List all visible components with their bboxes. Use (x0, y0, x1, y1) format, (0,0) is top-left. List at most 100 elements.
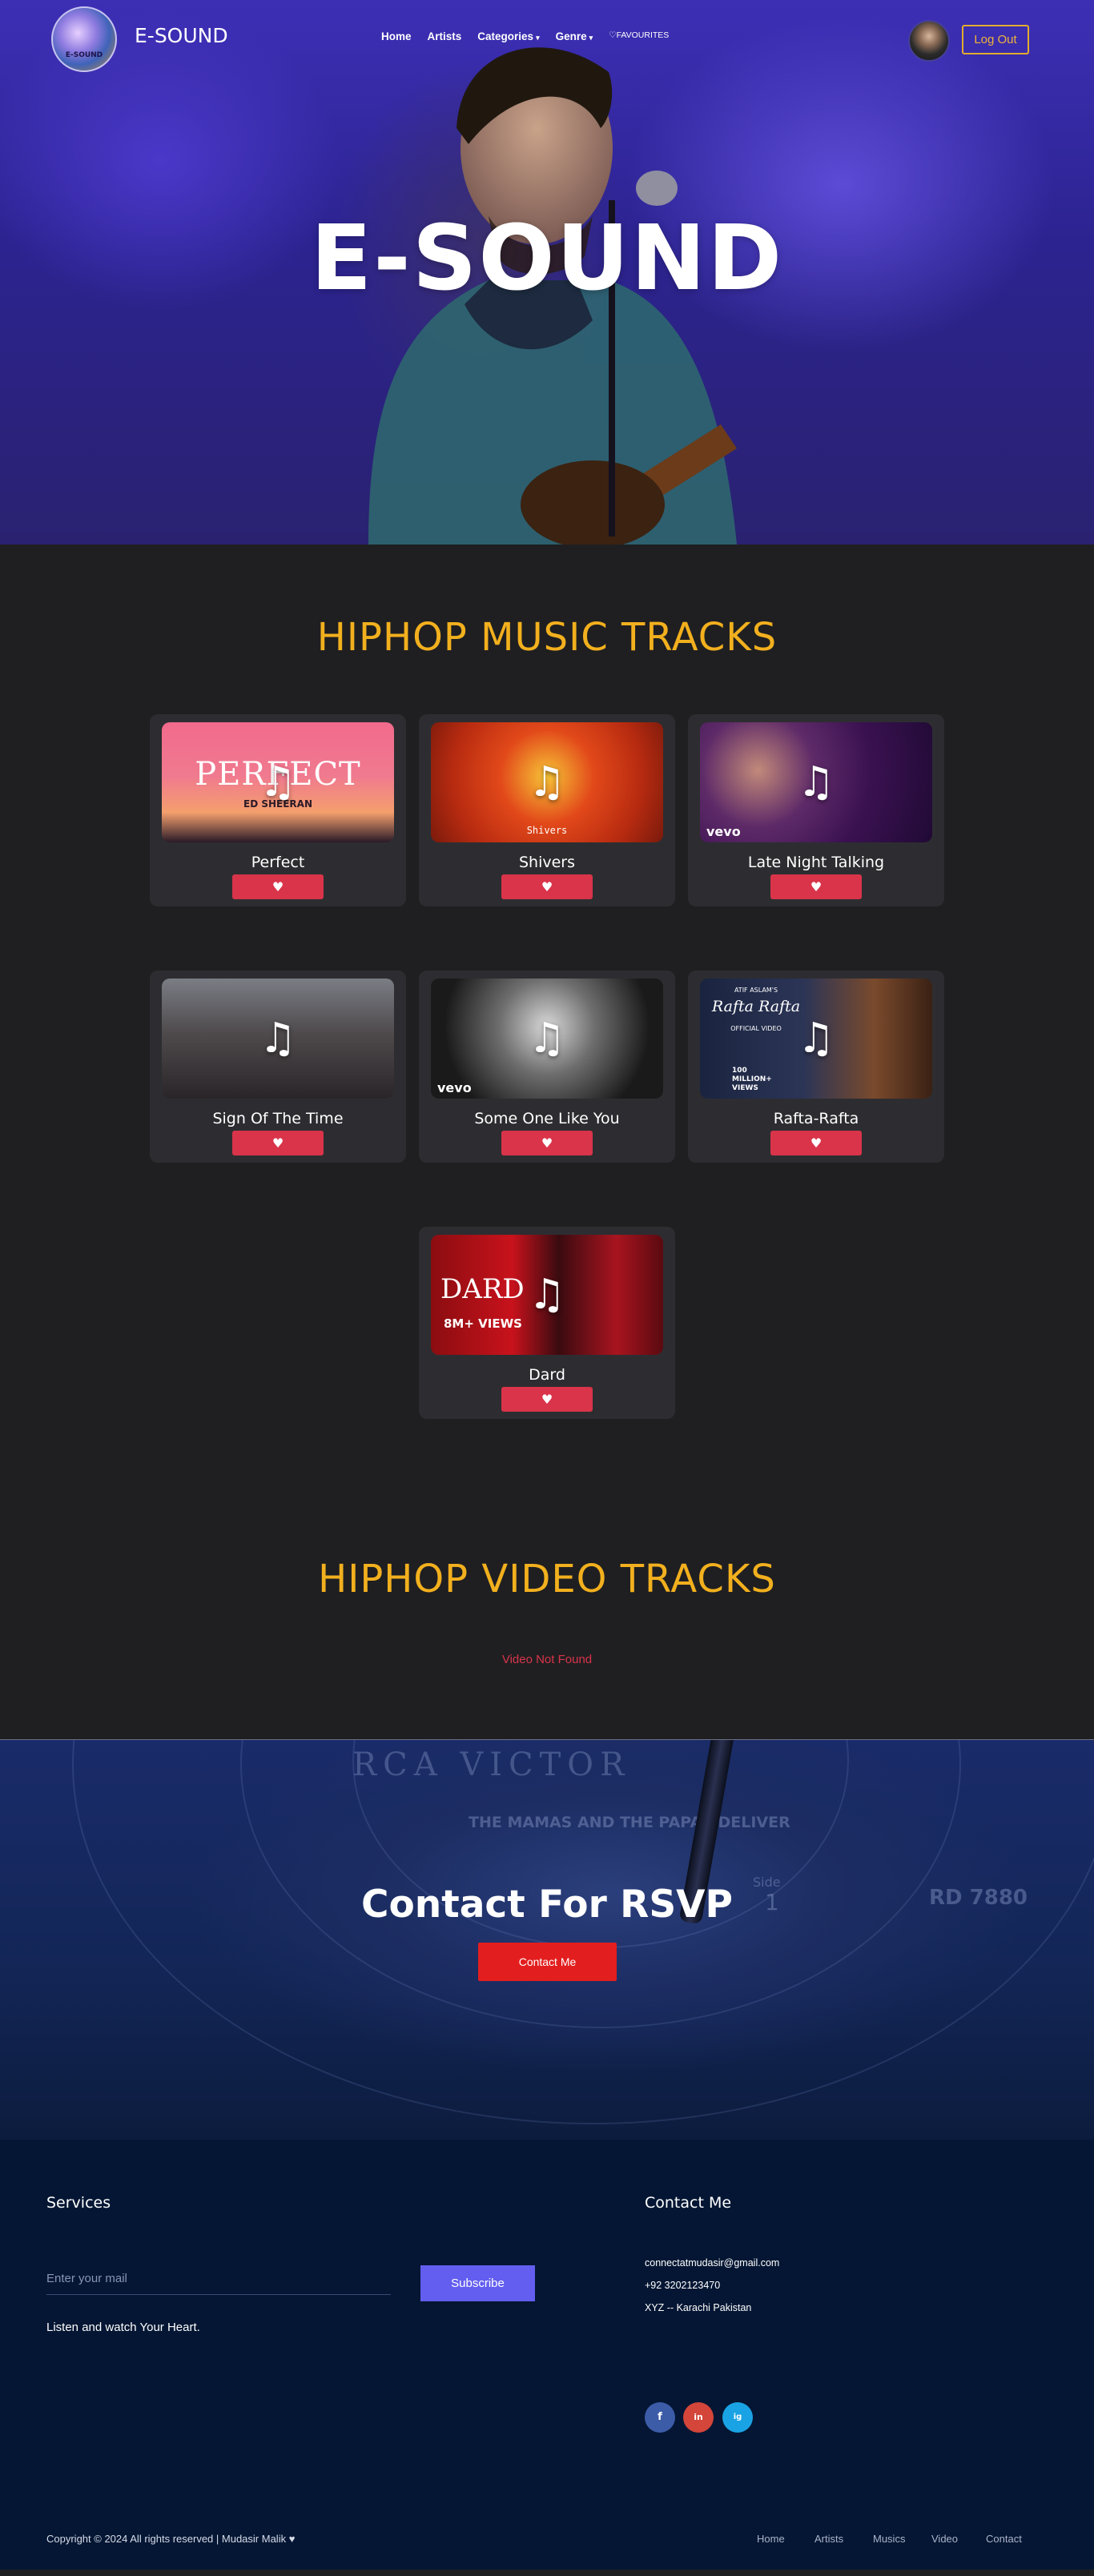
email-input[interactable]: Enter your mail (46, 2263, 391, 2295)
logo-text: E-SOUND (65, 51, 103, 59)
track-card[interactable]: Shivers ♫ Shivers ♥ (419, 714, 675, 906)
chevron-down-icon: ▾ (589, 34, 593, 42)
logout-button[interactable]: Log Out (962, 25, 1029, 54)
main-menu: Home Artists Categories ▾ Genre ▾ ♡FAVOURI… (381, 30, 685, 42)
track-card[interactable]: DARD 8M+ VIEWS ♫ Dard ♥ (419, 1227, 675, 1419)
brand-name[interactable]: E-SOUND (135, 24, 228, 47)
heart-icon: ♥ (288, 2533, 296, 2545)
favourite-button[interactable]: ♥ (232, 874, 324, 899)
track-thumbnail[interactable]: Shivers ♫ (431, 722, 663, 842)
thumb-title: Shivers (526, 825, 568, 836)
thumb-subtitle: 8M+ VIEWS (444, 1316, 522, 1331)
footer-link-musics[interactable]: Musics (873, 2533, 905, 2545)
instagram-icon[interactable]: ig (722, 2402, 753, 2433)
nav-favourites-label: FAVOURITES (616, 30, 670, 40)
footer: Services Enter your mail Subscribe Liste… (0, 2140, 1094, 2570)
linkedin-icon[interactable]: in (683, 2402, 714, 2433)
record-line-text: THE MAMAS AND THE PAPAS DELIVER (469, 1814, 790, 1831)
heart-icon: ♥ (271, 1135, 284, 1151)
music-section: HIPHOP MUSIC TRACKS PERFECT ED SHEERAN ♫… (0, 545, 1094, 1521)
hero-banner: E-SOUND E-SOUND E-SOUND Home Artists Cat… (0, 0, 1094, 545)
track-card[interactable]: PERFECT ED SHEERAN ♫ Perfect ♥ (150, 714, 406, 906)
music-note-icon: ♫ (259, 758, 297, 806)
thumb-watermark: vevo (706, 824, 741, 839)
contact-section: RCA VICTOR THE MAMAS AND THE PAPAS DELIV… (0, 1739, 1094, 2140)
footer-link-video[interactable]: Video (931, 2533, 958, 2545)
thumb-title: Rafta Rafta (711, 998, 801, 1015)
heart-icon: ♥ (271, 879, 284, 894)
chevron-down-icon: ▾ (536, 34, 540, 42)
footer-link-artists[interactable]: Artists (814, 2533, 843, 2545)
contact-address: XYZ -- Karachi Pakistan (645, 2302, 752, 2313)
facebook-icon[interactable]: f (645, 2402, 675, 2433)
video-section-title: HIPHOP VIDEO TRACKS (318, 1557, 776, 1601)
nav-home[interactable]: Home (381, 30, 412, 42)
track-title: Sign Of The Time (212, 1110, 344, 1127)
music-section-title: HIPHOP MUSIC TRACKS (316, 615, 778, 660)
footer-link-home[interactable]: Home (757, 2533, 785, 2545)
music-note-icon: ♫ (528, 758, 566, 806)
favourite-button[interactable]: ♥ (770, 1131, 862, 1155)
track-card[interactable]: ATIF ASLAM'S Rafta Rafta OFFICIAL VIDEO … (688, 971, 944, 1163)
nav-genre-label: Genre (555, 30, 587, 42)
track-title: Dard (529, 1366, 565, 1384)
nav-categories[interactable]: Categories ▾ (477, 30, 539, 42)
hero-title: E-SOUND (310, 207, 784, 311)
track-title: Perfect (251, 854, 305, 871)
music-note-icon: ♫ (528, 1015, 566, 1063)
track-thumbnail[interactable]: vevo ♫ (431, 979, 663, 1099)
heart-icon: ♥ (810, 879, 823, 894)
track-card[interactable]: vevo ♫ Late Night Talking ♥ (688, 714, 944, 906)
video-empty-message: Video Not Found (501, 1653, 593, 1666)
nav-favourites[interactable]: ♡FAVOURITES (609, 30, 669, 42)
favourite-button[interactable]: ♥ (232, 1131, 324, 1155)
heart-icon: ♥ (541, 1392, 553, 1407)
track-card[interactable]: vevo ♫ Some One Like You ♥ (419, 971, 675, 1163)
footer-link-contact[interactable]: Contact (986, 2533, 1022, 2545)
record-label-text: RCA VICTOR (352, 1746, 631, 1783)
thumb-badge: 100 MILLION+ VIEWS (732, 1067, 772, 1092)
favourite-button[interactable]: ♥ (501, 1387, 593, 1412)
user-avatar[interactable] (908, 20, 950, 62)
track-thumbnail[interactable]: vevo ♫ (700, 722, 932, 842)
nav-categories-label: Categories (477, 30, 534, 42)
thumb-watermark: vevo (437, 1080, 472, 1095)
heart-icon: ♥ (810, 1135, 823, 1151)
track-grid: PERFECT ED SHEERAN ♫ Perfect ♥ Shivers ♫… (0, 714, 1094, 1435)
track-thumbnail[interactable]: ATIF ASLAM'S Rafta Rafta OFFICIAL VIDEO … (700, 979, 932, 1099)
contact-me-heading: Contact Me (645, 2194, 732, 2212)
heart-icon: ♥ (541, 879, 553, 894)
track-title: Late Night Talking (747, 854, 885, 871)
nav-artists[interactable]: Artists (428, 30, 462, 42)
heart-outline-icon: ♡ (609, 30, 617, 40)
contact-phone: +92 3202123470 (645, 2280, 721, 2291)
track-card[interactable]: ♫ Sign Of The Time ♥ (150, 971, 406, 1163)
contact-me-button[interactable]: Contact Me (478, 1943, 617, 1981)
favourite-button[interactable]: ♥ (770, 874, 862, 899)
thumb-subtitle: OFFICIAL VIDEO (730, 1025, 782, 1032)
track-title: Shivers (518, 854, 576, 871)
track-title: Rafta-Rafta (773, 1110, 859, 1127)
subscribe-button[interactable]: Subscribe (420, 2265, 535, 2301)
contact-email[interactable]: connectatmudasir@gmail.com (645, 2257, 779, 2269)
site-logo[interactable]: E-SOUND (51, 6, 117, 72)
favourite-button[interactable]: ♥ (501, 874, 593, 899)
favourite-button[interactable]: ♥ (501, 1131, 593, 1155)
track-thumbnail[interactable]: PERFECT ED SHEERAN ♫ (162, 722, 394, 842)
track-thumbnail[interactable]: DARD 8M+ VIEWS ♫ (431, 1235, 663, 1355)
thumb-title: DARD (440, 1273, 525, 1305)
contact-title: Contact For RSVP (360, 1883, 733, 1927)
nav-genre[interactable]: Genre ▾ (556, 30, 593, 42)
thumb-top: ATIF ASLAM'S (734, 987, 778, 994)
services-heading: Services (46, 2194, 111, 2212)
top-navbar: E-SOUND E-SOUND Home Artists Categories ▾… (0, 0, 1094, 80)
track-title: Some One Like You (474, 1110, 620, 1127)
copyright-text: Copyright © 2024 All rights reserved | M… (46, 2533, 287, 2545)
video-section: HIPHOP VIDEO TRACKS Video Not Found (0, 1521, 1094, 1739)
track-thumbnail[interactable]: ♫ (162, 979, 394, 1099)
music-note-icon: ♫ (797, 758, 835, 806)
music-note-icon: ♫ (259, 1015, 297, 1063)
music-note-icon: ♫ (797, 1015, 835, 1063)
footer-tagline: Listen and watch Your Heart. (46, 2321, 200, 2334)
music-note-icon: ♫ (528, 1271, 566, 1319)
